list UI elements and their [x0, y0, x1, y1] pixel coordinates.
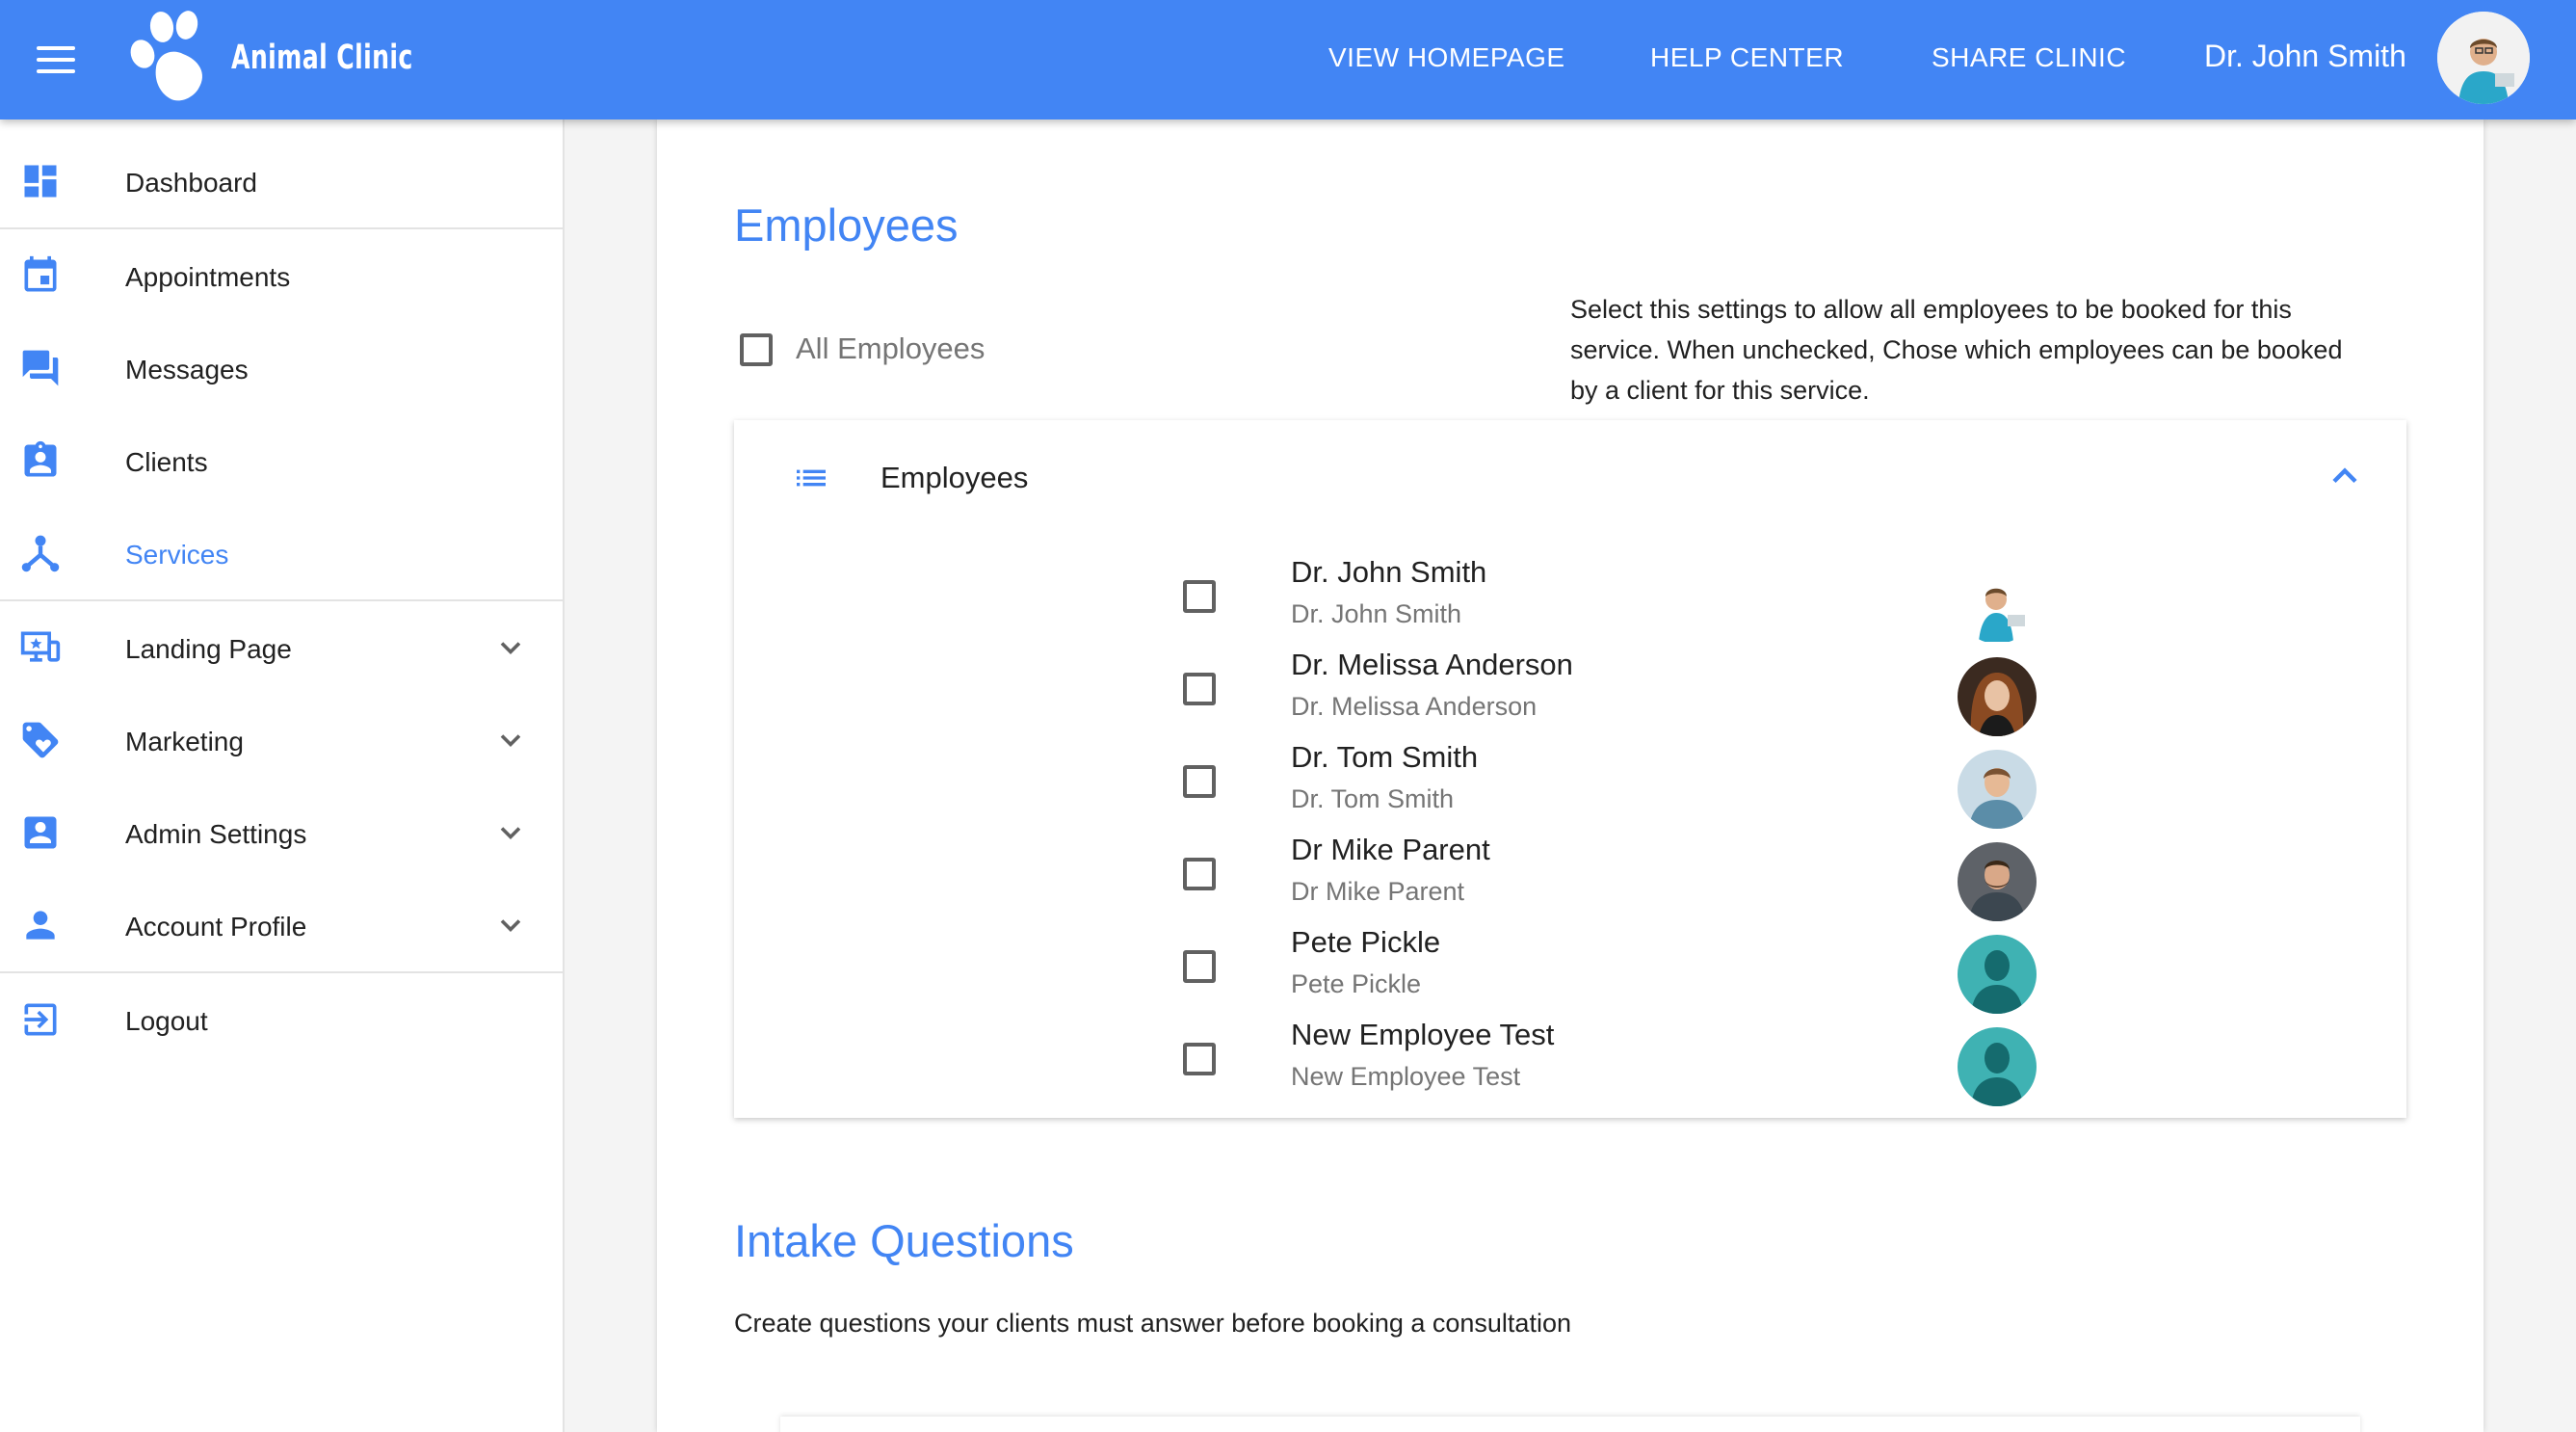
account-box-icon [24, 816, 57, 849]
employee-avatar [1958, 657, 2037, 736]
sidebar-item-account-profile[interactable]: Account Profile [0, 879, 563, 971]
employee-row-mike-parent: Dr Mike Parent Dr Mike Parent [734, 833, 2406, 925]
employee-name: Dr. Tom Smith [1291, 740, 1479, 774]
employee-name: Dr. Melissa Anderson [1291, 648, 1573, 681]
chevron-down-icon[interactable] [493, 815, 528, 850]
employee-row-new-employee-test: New Employee Test New Employee Test [734, 1018, 2406, 1110]
employees-expansion-panel: Employees Dr. John Smith Dr. John Smith … [734, 420, 2406, 1118]
sidebar-item-marketing[interactable]: Marketing [0, 694, 563, 786]
chevron-down-icon[interactable] [493, 630, 528, 665]
employee-checkbox[interactable] [1183, 673, 1216, 705]
sidebar-item-label: Clients [125, 447, 208, 477]
employee-subtitle: Dr Mike Parent [1291, 877, 1465, 906]
user-avatar[interactable] [2437, 12, 2530, 104]
sidebar-item-landing-page[interactable]: Landing Page [0, 601, 563, 694]
employees-panel-title[interactable]: Employees [881, 461, 1028, 495]
view-homepage-link[interactable]: VIEW HOMEPAGE [1328, 42, 1565, 73]
sidebar-item-label: Services [125, 540, 229, 570]
service-form: Employees All Employees Select this sett… [657, 119, 2484, 1432]
all-employees-help-text: Select this settings to allow all employ… [1570, 295, 2343, 405]
employee-checkbox[interactable] [1183, 1043, 1216, 1075]
sidebar-item-label: Appointments [125, 262, 291, 292]
sidebar-item-label: Marketing [125, 727, 244, 756]
employee-name: Dr. John Smith [1291, 555, 1487, 589]
help-center-link[interactable]: HELP CENTER [1650, 42, 1844, 73]
menu-icon[interactable] [35, 42, 77, 77]
brand-name[interactable]: Animal Clinic [231, 39, 413, 77]
employee-checkbox[interactable] [1183, 858, 1216, 890]
chevron-up-icon[interactable] [2324, 455, 2366, 497]
default-avatar-icon [1958, 1027, 2037, 1106]
employees-section-title: Employees [734, 199, 959, 251]
all-employees-label[interactable]: All Employees [796, 331, 985, 366]
employee-avatar [1958, 750, 2037, 829]
employee-checkbox[interactable] [1183, 580, 1216, 613]
sidebar-item-appointments[interactable]: Appointments [0, 229, 563, 322]
sidebar-item-logout[interactable]: Logout [0, 973, 563, 1066]
employee-subtitle: Dr. Melissa Anderson [1291, 692, 1538, 721]
intake-questions-title: Intake Questions [734, 1215, 1074, 1266]
employee-row-tom-smith: Dr. Tom Smith Dr. Tom Smith [734, 740, 2406, 833]
employee-avatar [1958, 842, 2037, 921]
employee-name: Dr Mike Parent [1291, 833, 1490, 866]
chevron-down-icon[interactable] [493, 908, 528, 942]
paw-logo-icon[interactable] [118, 6, 222, 110]
employee-row-john-smith: Dr. John Smith Dr. John Smith [734, 555, 2406, 648]
sidebar-item-label: Admin Settings [125, 819, 307, 849]
share-clinic-link[interactable]: SHARE CLINIC [1932, 42, 2126, 73]
sidebar-item-dashboard[interactable]: Dashboard [0, 135, 563, 227]
sidebar-item-label: Account Profile [125, 912, 307, 941]
hub-icon [21, 535, 60, 572]
sidebar-item-admin-settings[interactable]: Admin Settings [0, 786, 563, 879]
forum-icon [22, 350, 59, 386]
employee-subtitle: Pete Pickle [1291, 969, 1422, 998]
employee-name: Pete Pickle [1291, 925, 1441, 959]
sidebar-item-messages[interactable]: Messages [0, 322, 563, 414]
sidebar-item-label: Dashboard [125, 168, 257, 198]
top-app-bar: Animal Clinic VIEW HOMEPAGE HELP CENTER … [0, 0, 2576, 119]
list-icon [797, 469, 826, 487]
employee-row-melissa-anderson: Dr. Melissa Anderson Dr. Melissa Anderso… [734, 648, 2406, 740]
employee-checkbox[interactable] [1183, 765, 1216, 798]
employee-checkbox[interactable] [1183, 950, 1216, 983]
sidebar-item-label: Logout [125, 1006, 208, 1036]
all-employees-checkbox[interactable] [740, 333, 773, 366]
sidebar-item-label: Messages [125, 355, 249, 385]
intake-questions-card [780, 1417, 2360, 1432]
employee-subtitle: Dr. Tom Smith [1291, 784, 1455, 813]
loyalty-tag-icon [22, 722, 59, 758]
person-icon [26, 911, 55, 940]
employee-avatar [1958, 565, 2037, 644]
dashboard-icon [24, 165, 57, 198]
logout-icon [24, 1003, 57, 1036]
employee-subtitle: Dr. John Smith [1291, 599, 1462, 628]
chevron-down-icon[interactable] [493, 723, 528, 757]
sidebar-item-services[interactable]: Services [0, 507, 563, 599]
calendar-icon [24, 255, 57, 292]
sidebar-item-label: Landing Page [125, 634, 292, 664]
sidebar: Dashboard Appointments Messages Clients … [0, 119, 565, 1432]
intake-questions-description: Create questions your clients must answe… [734, 1309, 1571, 1338]
default-avatar-icon [1958, 935, 2037, 1014]
assignment-ind-icon [24, 440, 57, 477]
employee-name: New Employee Test [1291, 1018, 1555, 1051]
user-name[interactable]: Dr. John Smith [2204, 39, 2406, 74]
sidebar-item-clients[interactable]: Clients [0, 414, 563, 507]
employee-subtitle: New Employee Test [1291, 1062, 1521, 1091]
monitor-star-icon [20, 631, 61, 662]
employee-row-pete-pickle: Pete Pickle Pete Pickle [734, 925, 2406, 1018]
